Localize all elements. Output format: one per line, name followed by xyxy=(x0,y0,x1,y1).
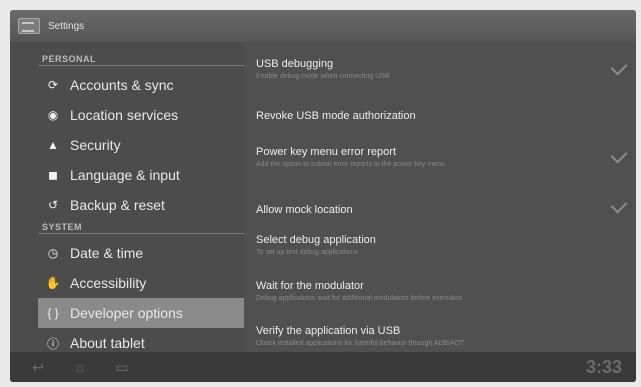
sidebar-item-label: Backup & reset xyxy=(70,197,165,213)
braces-icon: { } xyxy=(47,306,59,320)
sidebar-item-label: Developer options xyxy=(70,305,183,321)
pref-summary: Add the option to submit error reports t… xyxy=(256,161,445,168)
sidebar-item-backup-reset[interactable]: ↺ Backup & reset xyxy=(38,190,244,220)
lock-icon: ▲ xyxy=(47,138,59,152)
recent-apps-icon[interactable]: ▭ xyxy=(108,359,136,375)
pref-title: Select debug application xyxy=(256,234,376,246)
pref-verify-app-usb[interactable]: Verify the application via USB Check ins… xyxy=(256,325,616,347)
sidebar-item-label: About tablet xyxy=(70,335,145,351)
pref-title: Power key menu error report xyxy=(256,146,396,158)
pref-title: USB debugging xyxy=(256,58,334,70)
pref-title: Allow mock location xyxy=(256,204,353,216)
pref-revoke-usb-auth[interactable]: Revoke USB mode authorization xyxy=(256,110,616,122)
pref-usb-debugging[interactable]: USB debugging Enable debug mode when con… xyxy=(256,58,616,80)
sidebar-item-label: Language & input xyxy=(70,167,180,183)
settings-sidebar: PERSONAL ⟳ Accounts & sync ◉ Location se… xyxy=(38,42,244,352)
hand-icon: ✋ xyxy=(45,276,61,290)
sidebar-item-developer-options[interactable]: { } Developer options xyxy=(38,298,244,328)
system-nav-bar: ↩ ⌂ ▭ 3:33 xyxy=(10,352,636,382)
sidebar-item-accounts-sync[interactable]: ⟳ Accounts & sync xyxy=(38,70,244,100)
clock-icon: ◷ xyxy=(47,246,59,260)
divider xyxy=(38,233,244,234)
back-icon[interactable]: ↩ xyxy=(24,359,52,375)
sidebar-item-language-input[interactable]: ◼ Language & input xyxy=(38,160,244,190)
pref-wait-for-modulator[interactable]: Wait for the modulator Debug application… xyxy=(256,280,616,302)
title-bar: Settings xyxy=(10,10,636,42)
developer-options-panel: USB debugging Enable debug mode when con… xyxy=(244,42,636,352)
pref-summary: Enable debug mode when connecting USB xyxy=(256,73,390,80)
status-clock: 3:33 xyxy=(585,356,622,377)
sidebar-item-location-services[interactable]: ◉ Location services xyxy=(38,100,244,130)
pref-summary: Debug applications wait for additional m… xyxy=(256,295,463,302)
sidebar-item-security[interactable]: ▲ Security xyxy=(38,130,244,160)
settings-app-icon xyxy=(18,18,40,34)
section-header-personal: PERSONAL xyxy=(42,54,97,64)
app-title: Settings xyxy=(48,20,85,32)
divider xyxy=(38,65,244,66)
pref-summary: Check installed applications for harmful… xyxy=(256,340,465,347)
section-header-system: SYSTEM xyxy=(42,222,83,232)
sidebar-item-label: Accounts & sync xyxy=(70,77,174,93)
info-icon: ⓘ xyxy=(46,336,59,351)
pref-title: Revoke USB mode authorization xyxy=(256,110,416,122)
sidebar-item-label: Security xyxy=(70,137,121,153)
pref-summary: To set up test debug applications xyxy=(256,249,358,256)
sidebar-item-label: Accessibility xyxy=(70,275,147,291)
tablet-screen: Settings PERSONAL ⟳ Accounts & sync ◉ Lo… xyxy=(10,10,636,382)
sidebar-item-label: Date & time xyxy=(70,245,144,261)
sidebar-item-date-time[interactable]: ◷ Date & time xyxy=(38,238,244,268)
pref-allow-mock-location[interactable]: Allow mock location xyxy=(256,204,616,216)
sync-icon: ⟳ xyxy=(47,78,59,92)
home-icon[interactable]: ⌂ xyxy=(66,359,94,375)
pref-title: Wait for the modulator xyxy=(256,280,364,292)
keyboard-icon: ◼ xyxy=(48,168,58,182)
location-icon: ◉ xyxy=(47,108,59,122)
pref-power-key-error-report[interactable]: Power key menu error report Add the opti… xyxy=(256,146,616,168)
sidebar-item-label: Location services xyxy=(70,107,179,123)
pref-select-debug-app[interactable]: Select debug application To set up test … xyxy=(256,234,616,256)
pref-title: Verify the application via USB xyxy=(256,325,401,337)
sidebar-item-accessibility[interactable]: ✋ Accessibility xyxy=(38,268,244,298)
restore-icon: ↺ xyxy=(47,198,59,212)
